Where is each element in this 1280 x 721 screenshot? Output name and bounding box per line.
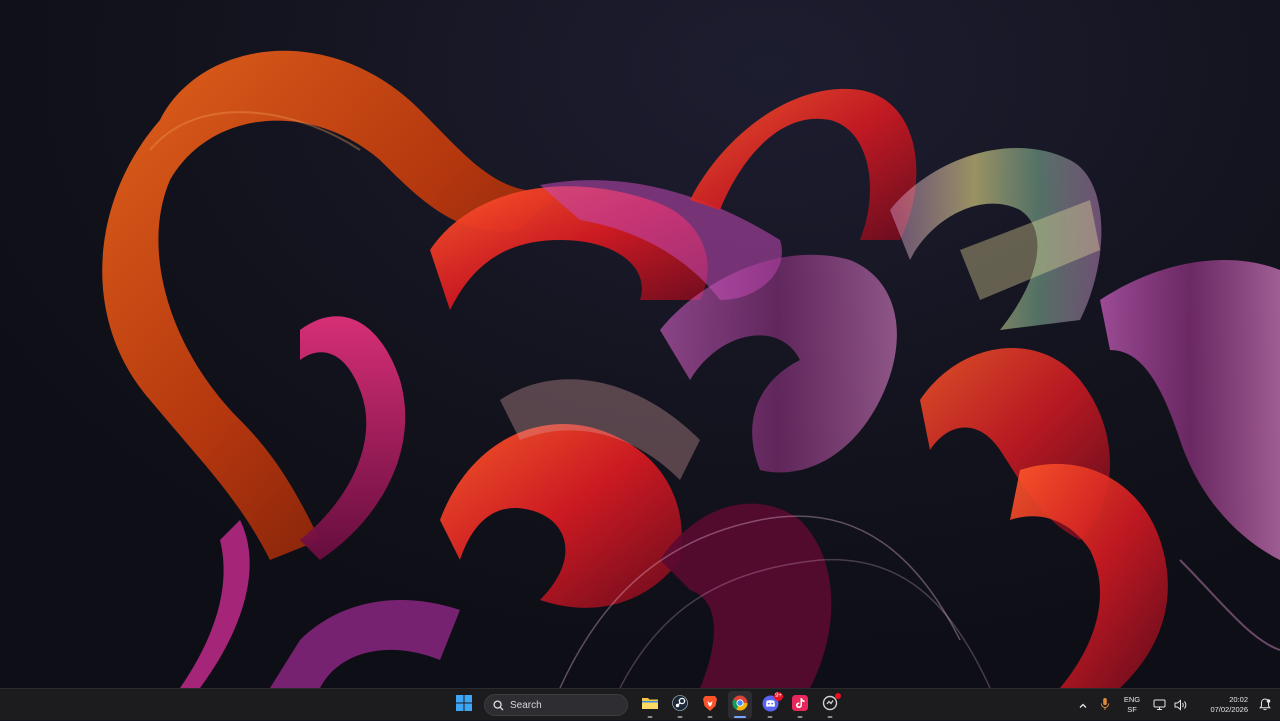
windows-logo-icon (456, 695, 472, 715)
taskbar-app-discord[interactable]: 9+ (758, 691, 783, 719)
network-icon (1153, 696, 1166, 715)
network-button[interactable] (1148, 691, 1170, 719)
search-box[interactable]: Search (484, 694, 628, 716)
chevron-up-icon (1078, 696, 1088, 715)
folder-icon (641, 695, 659, 715)
notification-bell-icon (1259, 696, 1271, 715)
taskbar-app-steam[interactable] (668, 691, 692, 719)
wallpaper-ribbons (102, 50, 1280, 688)
microphone-icon (1100, 696, 1110, 715)
taskbar-app-file-explorer[interactable] (638, 691, 662, 719)
taskbar-app-generic[interactable] (818, 691, 842, 719)
steam-icon (672, 695, 688, 715)
notification-badge: 9+ (774, 692, 783, 701)
taskbar-app-chrome[interactable] (728, 691, 752, 719)
system-tray: ENG SF 20:02 07/02/2026 (1072, 689, 1280, 721)
desktop-wallpaper (0, 0, 1280, 688)
speaker-icon (1174, 696, 1188, 715)
running-indicator (827, 716, 833, 718)
running-indicator (767, 716, 773, 718)
start-button[interactable] (452, 691, 476, 719)
tiktok-icon (792, 695, 808, 715)
clock[interactable]: 20:02 07/02/2026 (1198, 691, 1248, 719)
microphone-button[interactable] (1094, 691, 1116, 719)
search-icon (493, 696, 504, 715)
search-label: Search (510, 699, 542, 711)
taskbar-app-brave[interactable] (698, 691, 722, 719)
taskbar-center: Search 9+ (452, 689, 842, 721)
language-indicator[interactable]: ENG SF (1116, 691, 1148, 719)
taskbar: Search 9+ ENG SF 20:02 07/02/2026 (0, 688, 1280, 720)
running-indicator (647, 716, 653, 718)
clock-time: 20:02 (1229, 695, 1248, 704)
brave-icon (702, 695, 718, 716)
clock-date: 07/02/2026 (1210, 705, 1248, 714)
keyboard-layout: SF (1127, 705, 1137, 714)
notification-dot (835, 693, 841, 699)
running-indicator (797, 716, 803, 718)
running-indicator (707, 716, 713, 718)
notifications-button[interactable] (1254, 691, 1276, 719)
volume-button[interactable] (1170, 691, 1192, 719)
chrome-icon (732, 695, 748, 715)
running-indicator (734, 716, 746, 718)
language-code: ENG (1123, 695, 1141, 704)
taskbar-app-tiktok[interactable] (788, 691, 812, 719)
running-indicator (677, 716, 683, 718)
show-hidden-icons-button[interactable] (1072, 691, 1094, 719)
